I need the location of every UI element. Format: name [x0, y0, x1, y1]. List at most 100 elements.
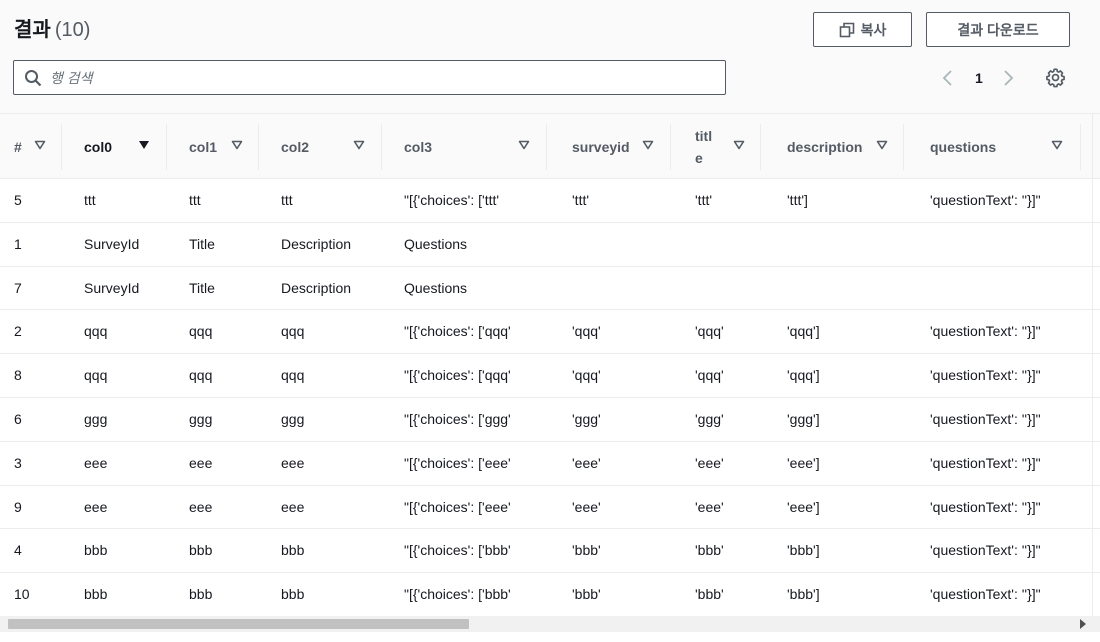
scroll-right-arrow-icon[interactable] — [1080, 619, 1086, 629]
row-search[interactable] — [13, 60, 726, 95]
cell-col2: Description — [281, 235, 352, 252]
cell-col2: bbb — [281, 586, 305, 603]
column-divider[interactable] — [1080, 124, 1081, 170]
cell-col2: ggg — [281, 410, 305, 427]
caret-down-icon[interactable] — [876, 140, 888, 150]
cell-surveyid: 'eee' — [572, 454, 601, 471]
next-page-button[interactable] — [1002, 66, 1014, 90]
cell-col-index: 10 — [14, 586, 30, 603]
column-header-label: # — [14, 138, 22, 155]
column-divider[interactable] — [381, 124, 382, 170]
caret-down-icon[interactable] — [231, 140, 243, 150]
table-row: 9 eee eee eee "[{'choices': ['eee' 'eee' 'eee'… — [0, 486, 1100, 530]
cell-col3: Questions — [404, 279, 468, 296]
results-header: 결과(10) 복사 결과 다운로드 1 — [0, 0, 1100, 113]
horizontal-scrollbar[interactable] — [0, 616, 1100, 632]
cell-title: 'bbb' — [695, 542, 724, 559]
column-header-surveyid[interactable]: surveyid — [572, 114, 656, 179]
column-header-col1[interactable]: col1 — [189, 114, 245, 179]
column-header-col3[interactable]: col3 — [404, 114, 532, 179]
cell-col3: "[{'choices': ['eee' — [404, 454, 511, 471]
cell-col2: eee — [281, 454, 305, 471]
table-right-border — [1092, 113, 1093, 616]
column-header-col0[interactable]: col0 — [84, 114, 152, 179]
caret-down-icon[interactable] — [733, 140, 745, 150]
column-header-title[interactable]: titl e — [695, 114, 747, 179]
table-row: 3 eee eee eee "[{'choices': ['eee' 'eee' 'eee'… — [0, 442, 1100, 486]
cell-surveyid: 'ggg' — [572, 410, 601, 427]
column-divider[interactable] — [546, 124, 547, 170]
cell-description: 'bbb'] — [787, 586, 820, 603]
column-divider[interactable] — [903, 124, 904, 170]
table-row: 4 bbb bbb bbb "[{'choices': ['bbb' 'bbb' 'bbb'… — [0, 529, 1100, 574]
table-row: 1 SurveyId Title Description Questions — [0, 223, 1100, 267]
cell-title: 'eee' — [695, 498, 724, 515]
cell-questions: 'questionText': ''}]" — [930, 498, 1041, 515]
column-header-label: questions — [930, 138, 997, 155]
cell-col2: bbb — [281, 542, 305, 559]
column-header-label: col2 — [281, 138, 310, 155]
column-header-questions[interactable]: questions — [930, 114, 1065, 179]
column-divider[interactable] — [670, 124, 671, 170]
column-header-description[interactable]: description — [787, 114, 890, 179]
cell-col2: eee — [281, 498, 305, 515]
copy-button[interactable]: 복사 — [813, 12, 912, 47]
column-header-label: col3 — [404, 138, 433, 155]
table-row: 2 qqq qqq qqq "[{'choices': ['qqq' 'qqq' 'qqq'… — [0, 310, 1100, 355]
table-row: 8 qqq qqq qqq "[{'choices': ['qqq' 'qqq' 'qqq'… — [0, 354, 1100, 398]
caret-down-icon[interactable] — [138, 140, 150, 150]
cell-col1: Title — [189, 235, 215, 252]
cell-surveyid: 'qqq' — [572, 323, 601, 340]
cell-col3: "[{'choices': ['eee' — [404, 498, 511, 515]
scrollbar-thumb[interactable] — [8, 619, 469, 629]
copy-label: 복사 — [860, 21, 887, 38]
caret-down-icon[interactable] — [1051, 140, 1063, 150]
cell-surveyid: 'qqq' — [572, 367, 601, 384]
current-page[interactable]: 1 — [975, 66, 983, 90]
column-header-label: description — [787, 138, 863, 155]
caret-down-icon[interactable] — [642, 140, 654, 150]
cell-questions: 'questionText': ''}]" — [930, 323, 1041, 340]
cell-col3: "[{'choices': ['bbb' — [404, 542, 511, 559]
search-input[interactable] — [50, 69, 690, 86]
cell-description: 'eee'] — [787, 454, 820, 471]
search-icon — [25, 69, 42, 86]
download-label: 결과 다운로드 — [957, 21, 1039, 38]
column-header-col-index[interactable]: # — [14, 114, 48, 179]
cell-questions: 'questionText': ''}]" — [930, 367, 1041, 384]
cell-col-index: 8 — [14, 367, 22, 384]
caret-down-icon[interactable] — [353, 140, 365, 150]
column-header-col2[interactable]: col2 — [281, 114, 367, 179]
cell-surveyid: 'ttt' — [572, 192, 590, 208]
cell-col-index: 6 — [14, 410, 22, 427]
cell-surveyid: 'eee' — [572, 498, 601, 515]
column-divider[interactable] — [258, 124, 259, 170]
column-divider[interactable] — [760, 124, 761, 170]
cell-col0: bbb — [84, 542, 108, 559]
cell-questions: 'questionText': ''}]" — [930, 192, 1041, 208]
cell-questions: 'questionText': ''}]" — [930, 454, 1041, 471]
cell-title: 'eee' — [695, 454, 724, 471]
cell-col0: bbb — [84, 586, 108, 603]
column-header-label: col1 — [189, 138, 218, 155]
cell-title: 'ggg' — [695, 410, 724, 427]
cell-title: 'ttt' — [695, 192, 713, 208]
cell-col1: eee — [189, 498, 213, 515]
page-title: 결과 (10) — [14, 13, 90, 42]
column-divider[interactable] — [166, 124, 167, 170]
cell-questions: 'questionText': ''}]" — [930, 586, 1041, 603]
cell-col-index: 2 — [14, 323, 22, 340]
cell-description: 'qqq'] — [787, 323, 820, 340]
table-header: # col0 col1 col2 col3 surveyid titl e descripti… — [0, 113, 1100, 179]
caret-down-icon[interactable] — [34, 140, 46, 150]
caret-down-icon[interactable] — [518, 140, 530, 150]
chevron-right-icon — [1004, 70, 1014, 86]
gear-icon[interactable] — [1045, 67, 1066, 88]
cell-col0: SurveyId — [84, 279, 140, 296]
column-divider[interactable] — [61, 124, 62, 170]
cell-col1: Title — [189, 279, 215, 296]
previous-page-button[interactable] — [942, 66, 954, 90]
download-results-button[interactable]: 결과 다운로드 — [926, 12, 1070, 47]
cell-title: 'bbb' — [695, 586, 724, 603]
copy-icon — [839, 22, 855, 38]
